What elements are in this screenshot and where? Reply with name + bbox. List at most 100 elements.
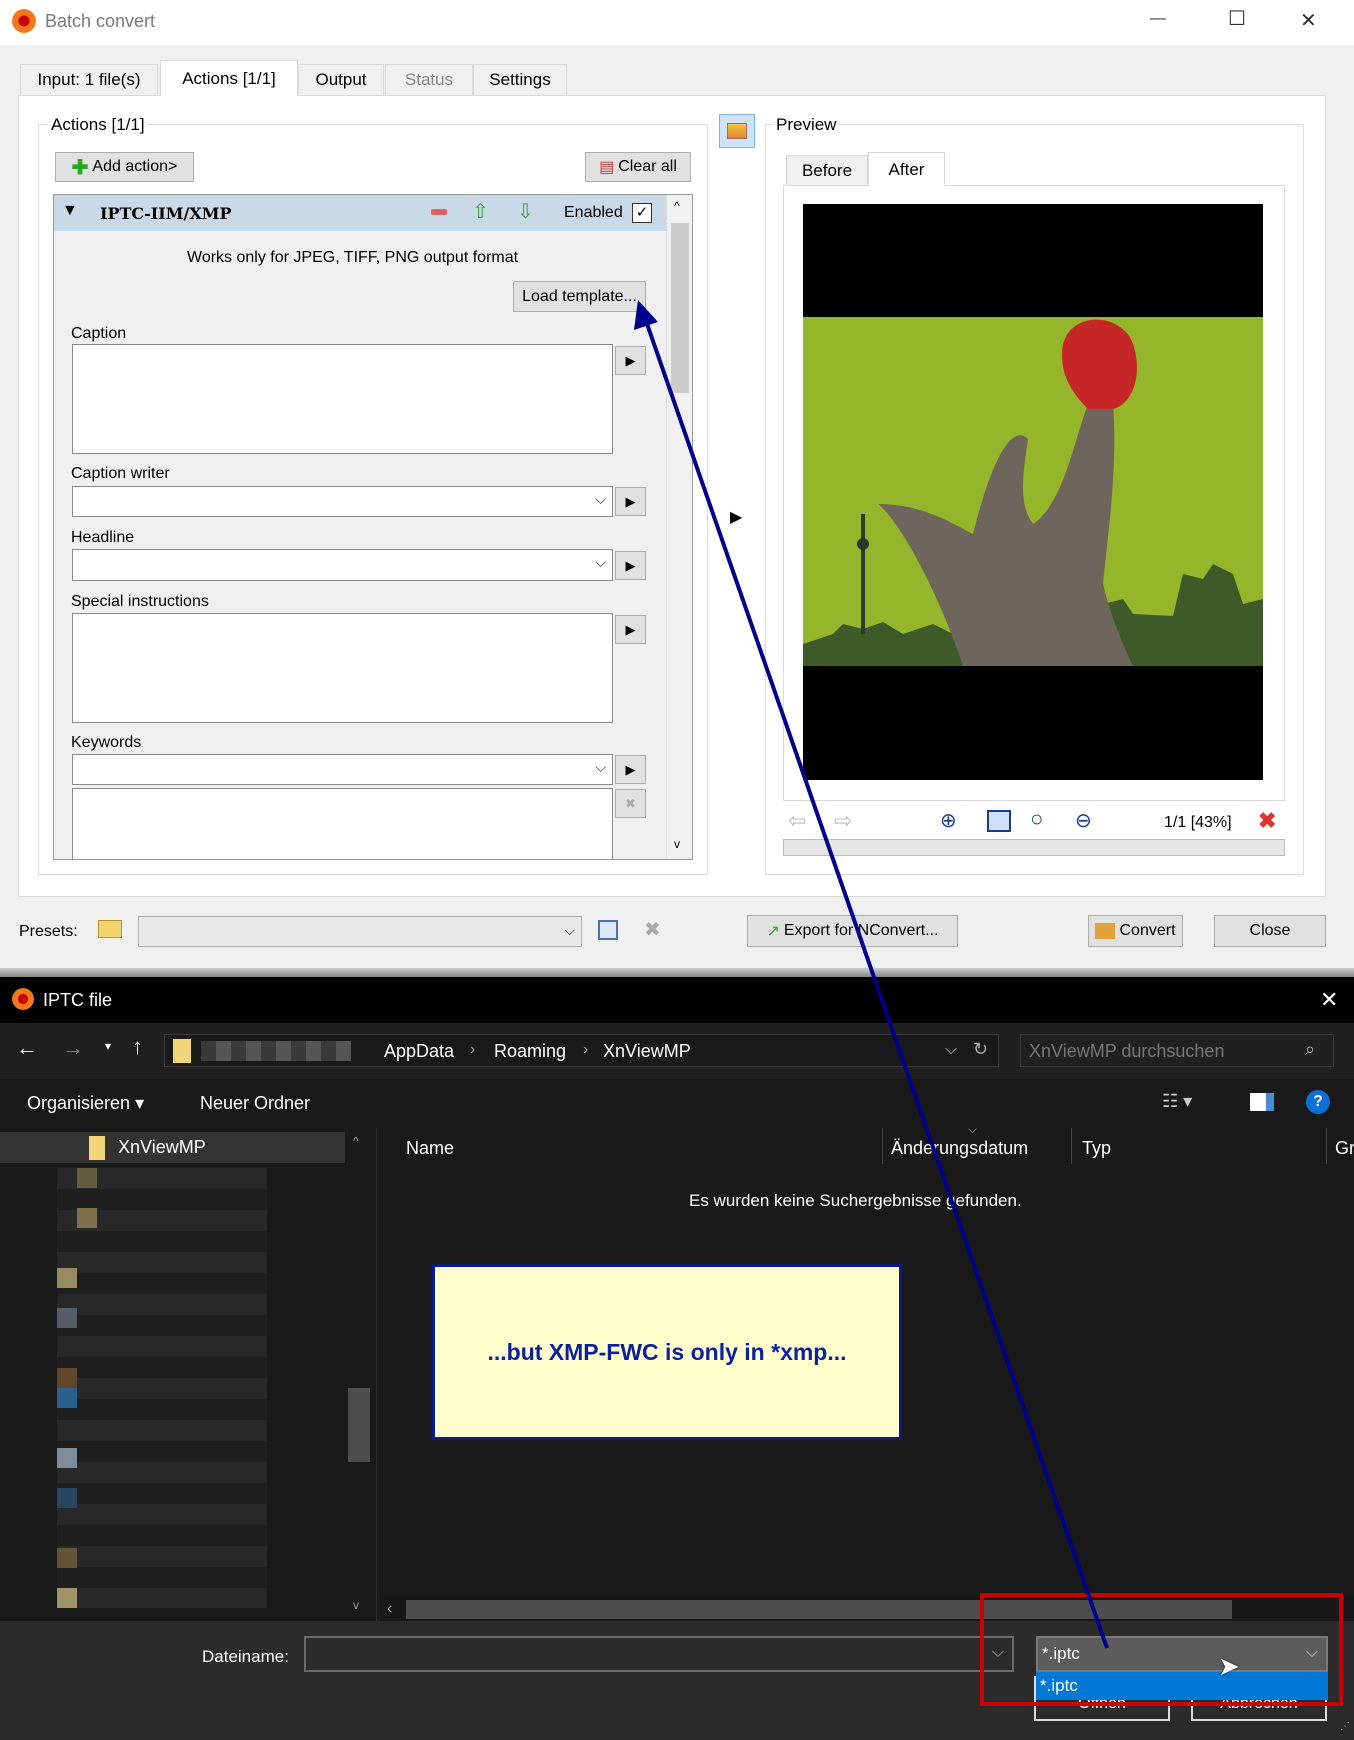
presets-combo[interactable]: ⌵ [138,916,582,947]
action-scrollbar[interactable]: ^ v [666,195,692,859]
enabled-checkbox[interactable]: ✓ [632,203,652,223]
column-name[interactable]: Name [406,1138,454,1159]
search-placeholder: XnViewMP durchsuchen [1029,1041,1225,1061]
new-folder-button[interactable]: Neuer Ordner [200,1093,310,1114]
preview-group-title: Preview [773,115,840,135]
collapse-icon[interactable]: ▼ [62,202,78,220]
special-instructions-textarea[interactable] [72,613,613,723]
tab-label: After [888,159,925,179]
tab-after[interactable]: After [868,152,945,186]
caption-menu-button[interactable]: ▶ [615,346,646,375]
dialog-titlebar: IPTC file ✕ [0,977,1354,1023]
column-date[interactable]: Änderungsdatum [891,1138,1028,1159]
column-size[interactable]: Gr [1335,1138,1354,1159]
scroll-down-icon[interactable]: v [674,837,680,851]
keywords-menu-button[interactable]: ▶ [615,755,646,784]
column-type[interactable]: Typ [1082,1138,1111,1159]
scroll-down-icon[interactable]: v [353,1598,359,1612]
clear-all-button[interactable]: ▤ Clear all [585,152,691,182]
add-action-button[interactable]: ✚ Add action> [55,152,194,182]
maximize-button[interactable]: ☐ [1228,6,1246,31]
expand-arrow-icon[interactable]: ▶ [730,507,742,527]
zoom-actual-icon[interactable]: ○ [1030,806,1043,832]
tab-label: Output [315,70,367,89]
zoom-in-icon[interactable]: ⊕ [940,808,957,833]
breadcrumb-xnviewmp[interactable]: XnViewMP [603,1041,691,1062]
load-template-button[interactable]: Load template... [513,281,646,312]
add-icon: ✚ [71,156,89,179]
keywords-list[interactable] [72,788,613,859]
tab-status[interactable]: Status [385,64,473,95]
close-window-button[interactable]: Close [1214,915,1326,947]
forward-icon[interactable]: → [62,1035,84,1061]
headline-menu-button[interactable]: ▶ [615,551,646,580]
next-icon[interactable]: ⇨ [834,808,852,834]
headline-combo[interactable]: ⌵ [72,549,613,581]
window-bottom-edge [0,968,1354,977]
zoom-out-icon[interactable]: ⊖ [1075,808,1092,833]
delete-red-icon[interactable]: ✖ [1258,808,1276,834]
up-icon[interactable]: ↑ [132,1034,143,1060]
action-name: IPTC-IIM/XMP [100,204,232,223]
label: Load template... [522,287,637,305]
annotation-text: ...but XMP-FWC is only in *xmp... [487,1338,847,1365]
delete-preset-icon[interactable]: ✖ [644,917,661,942]
back-icon[interactable]: ← [16,1035,38,1061]
move-up-icon[interactable]: ⇧ [472,199,489,224]
close-button[interactable]: ✕ [1300,8,1317,33]
save-preset-icon[interactable] [598,920,618,940]
help-icon[interactable]: ? [1306,1090,1330,1114]
highlight-rectangle [980,1593,1343,1706]
dialog-close-button[interactable]: ✕ [1320,987,1338,1013]
export-nconvert-button[interactable]: ↗ Export for NConvert... [747,915,958,947]
caption-textarea[interactable] [72,344,613,454]
view-options-icon[interactable]: ☷ ▾ [1162,1091,1192,1112]
nav-scroll-thumb[interactable] [348,1388,370,1462]
breadcrumb-appdata[interactable]: AppData [384,1041,454,1062]
filename-input[interactable]: ⌵ [304,1636,1014,1672]
preview-pane-icon[interactable] [1250,1093,1274,1111]
special-instructions-label: Special instructions [71,593,209,610]
organize-button[interactable]: Organisieren ▾ [27,1093,144,1114]
recent-dropdown-icon[interactable]: ▾ [105,1039,111,1053]
caption-writer-menu-button[interactable]: ▶ [615,487,646,516]
tab-settings[interactable]: Settings [473,64,567,95]
search-input[interactable]: XnViewMP durchsuchen ⌕ [1020,1034,1334,1067]
resize-grip-icon[interactable]: ⋰ [1340,1721,1350,1732]
nav-item-xnviewmp[interactable]: XnViewMP [0,1132,345,1163]
open-folder-icon[interactable] [98,920,122,938]
scroll-up-icon[interactable]: ^ [674,199,680,213]
scroll-thumb[interactable] [671,223,689,393]
special-instructions-menu-button[interactable]: ▶ [615,615,646,644]
chevron-down-icon: ⌵ [595,491,606,507]
breadcrumb-roaming[interactable]: Roaming [494,1041,566,1062]
remove-action-icon[interactable] [431,209,447,215]
scroll-left-icon[interactable]: ‹ [387,1600,392,1618]
keywords-delete-button[interactable]: ✖ [615,789,646,818]
minimize-button[interactable]: — [1150,10,1166,28]
fit-to-window-icon[interactable] [987,810,1011,832]
previous-icon[interactable]: ⇦ [788,808,806,834]
tab-actions[interactable]: Actions [1/1] [160,60,298,96]
blur-block [57,1448,77,1468]
toggle-preview-button[interactable] [719,114,755,148]
scroll-up-icon[interactable]: ^ [353,1134,359,1148]
blurred-path [201,1041,351,1061]
address-row: ← → ▾ ↑ AppData › Roaming › XnViewMP ⌵ ↻… [0,1023,1354,1079]
tab-output[interactable]: Output [298,64,384,95]
caption-writer-combo[interactable]: ⌵ [72,486,613,517]
keywords-combo[interactable]: ⌵ [72,754,613,785]
tab-input[interactable]: Input: 1 file(s) [20,64,158,95]
empty-message: Es wurden keine Suchergebnisse gefunden. [689,1191,1022,1210]
progress-bar [783,839,1285,856]
blur-block [57,1308,77,1328]
search-icon: ⌕ [1305,1039,1316,1059]
tab-before[interactable]: Before [786,155,868,185]
sort-indicator-icon: ⌵ [968,1122,978,1136]
refresh-icon[interactable]: ↻ [973,1039,988,1060]
chevron-down-icon[interactable]: ⌵ [945,1041,957,1059]
move-down-icon[interactable]: ⇩ [517,199,534,224]
convert-button[interactable]: Convert [1088,915,1183,947]
blur-block [57,1488,77,1508]
address-bar[interactable]: AppData › Roaming › XnViewMP ⌵ ↻ [164,1034,999,1067]
